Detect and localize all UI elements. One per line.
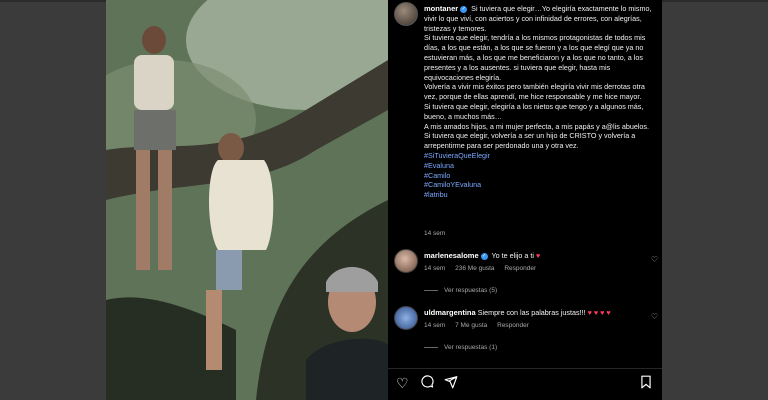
caption-paragraph-5: Si tuviera que elegir, volvería a ser un…: [424, 131, 636, 151]
action-bar: ♡: [388, 368, 662, 400]
author-username[interactable]: montaner: [424, 4, 458, 13]
post-details-panel: montaner ✓ Si tuviera que elegir…Yo elegi…: [388, 0, 662, 400]
reply-button[interactable]: Responder: [497, 322, 529, 329]
comment-time[interactable]: 14 sem: [424, 322, 445, 329]
author-avatar[interactable]: [394, 2, 418, 26]
replies-divider: [424, 289, 438, 291]
comment-like-icon[interactable]: ♡: [651, 312, 658, 321]
commenter-username[interactable]: uldmargentina: [424, 308, 476, 317]
verified-badge-icon: ✓: [460, 5, 468, 13]
comment-text: Yo te elijo a ti: [491, 251, 535, 260]
commenter-username[interactable]: marlenesalome: [424, 251, 479, 260]
comment-body: marlenesalome ✓ Yo te elijo a ti ♥: [424, 251, 644, 261]
comment-likes[interactable]: 236 Me gusta: [455, 265, 494, 272]
comment-body: uldmargentina Siempre con las palabras j…: [424, 308, 644, 318]
commenter-avatar[interactable]: [394, 306, 418, 330]
caption-paragraph-3: Si tuviera que elegir, elegiría a los ni…: [424, 101, 644, 121]
heart-emoji-icon: ♥ ♥ ♥ ♥: [587, 308, 611, 317]
post-modal: montaner ✓ Si tuviera que elegir…Yo elegi…: [106, 0, 662, 400]
post-caption: montaner ✓ Si tuviera que elegir…Yo elegi…: [424, 4, 656, 200]
hashtag-link[interactable]: #Camilo: [424, 171, 656, 181]
hashtag-link[interactable]: #SiTuvieraQueElegir: [424, 151, 656, 161]
caption-paragraph-1: Si tuviera que elegir, tendría a los mis…: [424, 33, 646, 82]
bookmark-icon[interactable]: [640, 375, 652, 392]
caption-section: montaner ✓ Si tuviera que elegir…Yo elegi…: [388, 0, 662, 237]
comment-text: Siempre con las palabras justas!!!: [477, 308, 586, 317]
post-media[interactable]: [106, 0, 388, 400]
comment-bubble-icon[interactable]: [420, 375, 434, 392]
view-replies-button[interactable]: Ver respuestas (5): [424, 287, 497, 294]
comment-like-icon[interactable]: ♡: [651, 255, 658, 264]
comment-item: uldmargentina Siempre con las palabras j…: [388, 306, 662, 356]
comment-meta: 14 sem 7 Me gusta Responder: [424, 322, 537, 329]
comment-time[interactable]: 14 sem: [424, 265, 445, 272]
commenter-avatar[interactable]: [394, 249, 418, 273]
reply-button[interactable]: Responder: [504, 265, 536, 272]
replies-divider: [424, 346, 438, 348]
media-scene: [106, 0, 388, 400]
verified-badge-icon: ✓: [480, 252, 488, 260]
caption-paragraph-2: Volvería a vivir mis éxitos pero también…: [424, 82, 645, 102]
paper-plane-icon[interactable]: [444, 375, 458, 392]
caption-paragraph-4: A mis amados hijos, a mi mujer perfecta,…: [424, 121, 650, 131]
post-timestamp[interactable]: 14 sem: [424, 230, 445, 237]
comment-meta: 14 sem 236 Me gusta Responder: [424, 265, 544, 272]
hashtag-link[interactable]: #latribu: [424, 190, 656, 200]
hashtag-link[interactable]: #Evaluna: [424, 161, 656, 171]
hashtag-link[interactable]: #CamiloYEvaluna: [424, 180, 656, 190]
heart-outline-icon[interactable]: ♡: [396, 375, 409, 392]
comment-likes[interactable]: 7 Me gusta: [455, 322, 487, 329]
comment-item: marlenesalome ✓ Yo te elijo a ti ♥ 14 sem…: [388, 249, 662, 299]
view-replies-label: Ver respuestas (1): [444, 344, 498, 351]
view-replies-label: Ver respuestas (5): [444, 287, 498, 294]
heart-emoji-icon: ♥: [536, 251, 541, 260]
view-replies-button[interactable]: Ver respuestas (1): [424, 344, 497, 351]
